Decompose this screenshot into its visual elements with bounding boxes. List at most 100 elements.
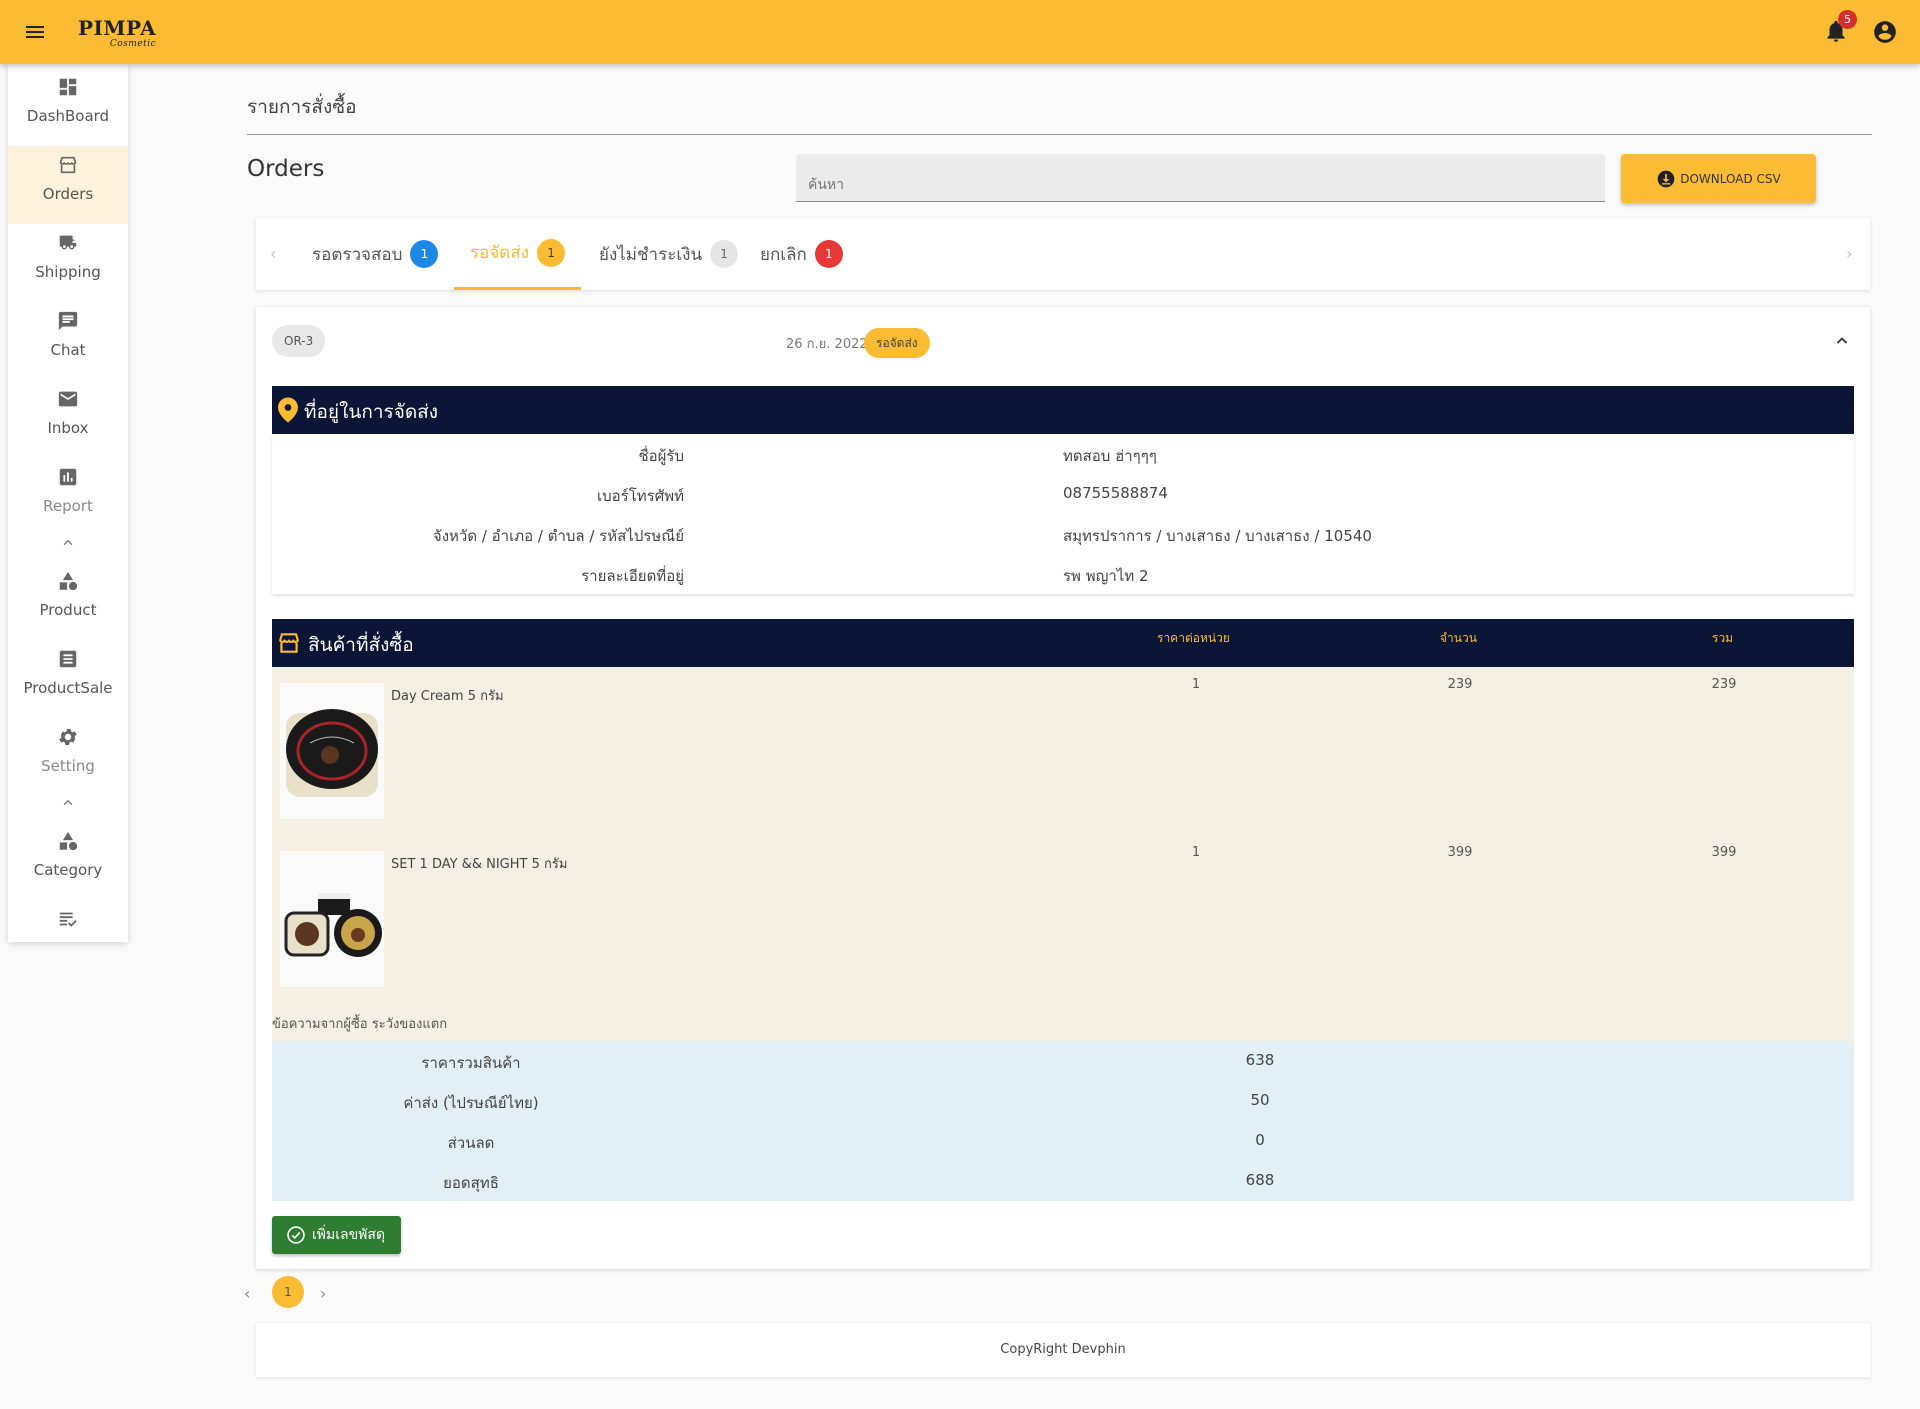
sidebar-item-chat[interactable]: Chat: [8, 310, 128, 376]
sidebar-item-label: Chat: [50, 341, 86, 359]
product-name: SET 1 DAY && NIGHT 5 กรัม: [391, 857, 568, 872]
download-csv-label: DOWNLOAD CSV: [1680, 171, 1781, 186]
chevron-up-icon[interactable]: [60, 536, 76, 548]
tab-count-badge: 1: [710, 240, 739, 268]
pagination-page-1[interactable]: 1: [272, 1276, 304, 1308]
location-pin-icon: [278, 397, 298, 423]
chevron-up-icon[interactable]: [1833, 333, 1851, 347]
sidebar-item-label: ProductSale: [23, 679, 113, 697]
address-row: จังหวัด / อำเภอ / ตำบล / รหัสไปรษณีย์ สม…: [272, 514, 1854, 554]
tab-count-badge: 1: [814, 240, 843, 268]
chevron-up-icon[interactable]: [60, 796, 76, 808]
address-label: จังหวัด / อำเภอ / ตำบล / รหัสไปรษณีย์: [432, 527, 684, 545]
product-image[interactable]: [280, 851, 384, 987]
product-list: Day Cream 5 กรัม 1 239 239 SET 1 DAY && …: [272, 667, 1854, 1041]
totals-value: 688: [1245, 1171, 1275, 1189]
product-photo: [280, 851, 384, 987]
breadcrumb: รายการสั่งซื้อ: [247, 96, 357, 118]
tab-label: ยังไม่ชำระเงิน: [599, 244, 703, 265]
store-icon: [279, 633, 299, 653]
address-label: รายละเอียดที่อยู่: [581, 567, 684, 585]
totals-value: 638: [1245, 1051, 1275, 1069]
account-icon[interactable]: [1872, 19, 1898, 45]
section-title: สินค้าที่สั่งซื้อ: [308, 634, 414, 656]
tab-count-badge: 1: [537, 238, 566, 267]
totals-value: 50: [1250, 1091, 1270, 1109]
shipping-address-header: ที่อยู่ในการจัดส่ง: [272, 386, 1854, 434]
hamburger-menu-icon[interactable]: [22, 20, 50, 44]
address-value: รพ พญาไท 2: [1063, 567, 1149, 585]
chart-icon: [59, 468, 77, 486]
sidebar-item-setting[interactable]: Setting: [8, 726, 128, 792]
tabs-next-arrow[interactable]: ›: [1846, 244, 1852, 263]
totals-value: 0: [1255, 1131, 1265, 1149]
column-header-total: รวม: [1712, 631, 1734, 645]
tab-count-badge: 1: [410, 240, 439, 268]
address-value: ทดสอบ ฮ่าๆๆๆ: [1063, 447, 1157, 465]
order-id-chip: OR-3: [272, 325, 326, 357]
section-title: ที่อยู่ในการจัดส่ง: [304, 401, 439, 423]
footer: CopyRight Devphin: [256, 1323, 1870, 1377]
tab-awaiting-shipment[interactable]: รอจัดส่ง 1: [454, 218, 582, 290]
totals-label: ยอดสุทธิ: [443, 1174, 499, 1192]
sidebar-item-inbox[interactable]: Inbox: [8, 388, 128, 454]
product-unit-price: 1: [1191, 677, 1201, 692]
tabs-prev-arrow[interactable]: ‹: [270, 244, 276, 263]
buyer-note: ข้อความจากผู้ซื้อ ระวังของแตก: [272, 1017, 448, 1032]
address-label: ชื่อผู้รับ: [638, 447, 684, 465]
address-value: 08755588874: [1063, 484, 1168, 502]
tab-cancelled[interactable]: ยกเลิก 1: [760, 218, 843, 290]
sidebar-item-label: Inbox: [47, 419, 89, 437]
store-icon: [59, 156, 77, 174]
ordered-products-header: สินค้าที่สั่งซื้อ ราคาต่อหน่วย จำนวน รวม: [272, 619, 1854, 667]
tab-pending-review[interactable]: รอตรวจสอบ 1: [312, 218, 439, 290]
sidebar: DashBoard Orders Shipping Chat Inbox Rep…: [8, 64, 128, 942]
tab-label: ยกเลิก: [760, 244, 807, 265]
search-input[interactable]: [796, 154, 1605, 202]
column-header-unit-price: ราคาต่อหน่วย: [1157, 631, 1230, 645]
pagination-next-icon[interactable]: ›: [320, 1284, 326, 1303]
pagination-prev-icon[interactable]: ‹: [244, 1284, 250, 1303]
address-row: ชื่อผู้รับ ทดสอบ ฮ่าๆๆๆ: [272, 434, 1854, 474]
shapes-icon: [59, 831, 78, 851]
sidebar-item-orders[interactable]: Orders: [8, 146, 128, 224]
totals-row: ราคารวมสินค้า 638: [272, 1041, 1854, 1081]
sidebar-item-report[interactable]: Report: [8, 466, 128, 532]
sidebar-item-label: Setting: [41, 757, 95, 775]
top-app-bar: PIMPA Cosmetic 5: [0, 0, 1920, 64]
mail-icon: [58, 391, 78, 407]
checklist-icon[interactable]: [57, 908, 79, 930]
column-header-qty: จำนวน: [1440, 631, 1477, 645]
address-row: เบอร์โทรศัพท์ 08755588874: [272, 474, 1854, 514]
sidebar-item-label: Category: [33, 861, 103, 879]
tab-label: รอจัดส่ง: [470, 243, 530, 263]
address-row: รายละเอียดที่อยู่ รพ พญาไท 2: [272, 554, 1854, 594]
totals-row: ค่าส่ง (ไปรษณีย์ไทย) 50: [272, 1081, 1854, 1121]
sidebar-item-category[interactable]: Category: [8, 830, 128, 896]
order-totals: ราคารวมสินค้า 638 ค่าส่ง (ไปรษณีย์ไทย) 5…: [272, 1041, 1854, 1201]
product-total: 239: [1711, 677, 1737, 692]
add-tracking-number-button[interactable]: เพิ่มเลขพัสดุ: [272, 1216, 402, 1254]
sidebar-item-dashboard[interactable]: DashBoard: [8, 76, 128, 142]
dashboard-icon: [59, 78, 77, 96]
address-label: เบอร์โทรศัพท์: [596, 487, 684, 505]
sidebar-item-label: DashBoard: [26, 107, 110, 125]
sidebar-item-shipping[interactable]: Shipping: [8, 232, 128, 298]
sidebar-item-label: Shipping: [35, 263, 101, 281]
app-logo[interactable]: PIMPA Cosmetic: [78, 17, 156, 55]
product-unit-price: 1: [1191, 845, 1201, 860]
order-status-tabs: ‹ รอตรวจสอบ 1 รอจัดส่ง 1 ยังไม่ชำระเงิน …: [256, 218, 1870, 290]
order-card: OR-3 26 ก.ย. 2022 รอจัดส่ง ที่อยู่ในการจ…: [256, 307, 1870, 1269]
product-photo: [280, 683, 384, 819]
tab-unpaid[interactable]: ยังไม่ชำระเงิน 1: [599, 218, 739, 290]
product-image[interactable]: [280, 683, 384, 819]
sidebar-item-product[interactable]: Product: [8, 570, 128, 636]
order-date: 26 ก.ย. 2022: [786, 337, 868, 352]
download-csv-button[interactable]: DOWNLOAD CSV: [1621, 154, 1816, 203]
product-qty: 399: [1447, 845, 1473, 860]
product-qty: 239: [1447, 677, 1473, 692]
download-icon: [1657, 170, 1675, 187]
sidebar-item-productsale[interactable]: ProductSale: [8, 648, 128, 714]
shapes-icon: [59, 571, 78, 591]
totals-row: ยอดสุทธิ 688: [272, 1161, 1854, 1201]
